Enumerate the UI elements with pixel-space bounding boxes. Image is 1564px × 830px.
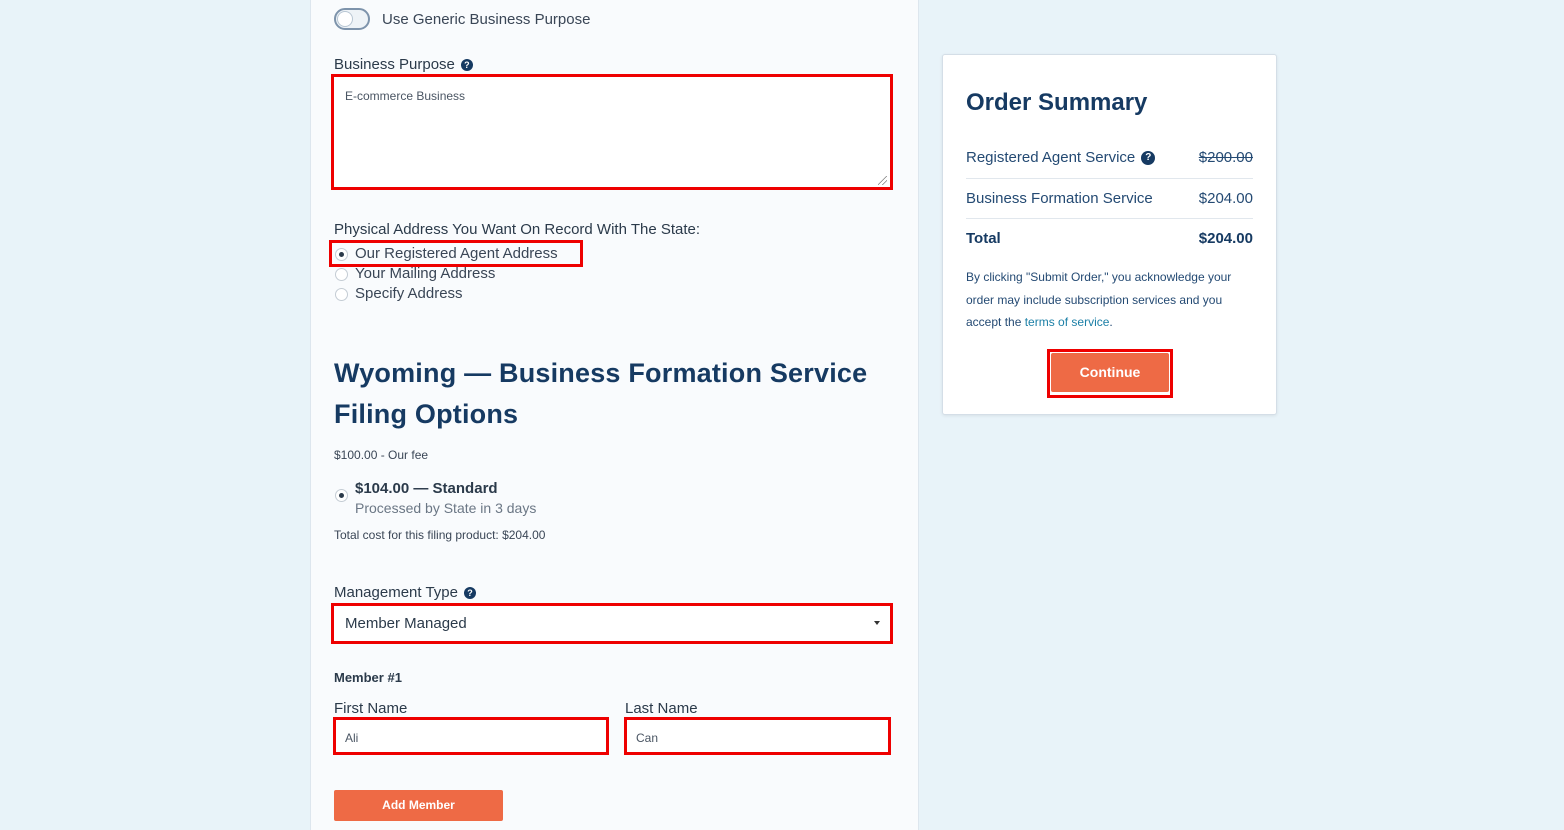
divider bbox=[966, 218, 1253, 219]
summary-total-price: $204.00 bbox=[1198, 230, 1253, 247]
terms-text: By clicking "Submit Order," you acknowle… bbox=[966, 266, 1256, 334]
summary-row-registered-agent: Registered Agent Service? $200.00 bbox=[966, 149, 1253, 166]
filing-option-title[interactable]: $104.00 — Standard bbox=[355, 480, 498, 497]
summary-row-price: $200.00 bbox=[1198, 149, 1253, 166]
address-option-label[interactable]: Our Registered Agent Address bbox=[355, 245, 558, 262]
management-type-label: Management Type? bbox=[334, 584, 476, 601]
summary-row-label: Business Formation Service bbox=[966, 190, 1153, 207]
business-purpose-label-text: Business Purpose bbox=[334, 56, 455, 73]
member-heading: Member #1 bbox=[334, 670, 402, 685]
terms-of-service-link[interactable]: terms of service bbox=[1025, 315, 1110, 329]
question-icon[interactable]: ? bbox=[463, 587, 476, 600]
summary-row-business-formation: Business Formation Service $204.00 bbox=[966, 190, 1253, 207]
resize-handle-icon[interactable] bbox=[878, 176, 887, 185]
last-name-field[interactable]: Can bbox=[624, 717, 891, 755]
management-type-select[interactable]: Member Managed bbox=[331, 603, 893, 644]
chevron-down-icon bbox=[874, 621, 880, 625]
toggle-knob bbox=[338, 12, 352, 26]
question-icon[interactable]: ? bbox=[460, 59, 473, 72]
radio-standard-filing[interactable] bbox=[335, 489, 348, 502]
summary-total-label: Total bbox=[966, 230, 1001, 247]
business-purpose-label: Business Purpose? bbox=[334, 56, 473, 73]
order-summary-title: Order Summary bbox=[966, 89, 1148, 116]
divider bbox=[966, 178, 1253, 179]
question-icon[interactable]: ? bbox=[1141, 151, 1156, 166]
section-subtitle: Filing Options bbox=[334, 399, 519, 429]
management-type-label-text: Management Type bbox=[334, 584, 458, 601]
management-type-value: Member Managed bbox=[345, 615, 467, 632]
address-question: Physical Address You Want On Record With… bbox=[334, 221, 701, 238]
total-cost-text: Total cost for this filing product: $204… bbox=[334, 528, 546, 542]
first-name-label: First Name bbox=[334, 700, 408, 717]
last-name-label: Last Name bbox=[625, 700, 698, 717]
terms-suffix: . bbox=[1109, 315, 1113, 329]
continue-button[interactable]: Continue bbox=[1051, 353, 1169, 392]
generic-purpose-toggle-label: Use Generic Business Purpose bbox=[382, 11, 591, 28]
first-name-value: Ali bbox=[345, 731, 359, 745]
radio-specify-address[interactable] bbox=[335, 288, 348, 301]
business-purpose-textarea[interactable]: E-commerce Business bbox=[331, 74, 893, 190]
radio-registered-agent-address[interactable] bbox=[335, 248, 348, 261]
filing-option-subtitle: Processed by State in 3 days bbox=[355, 500, 537, 516]
address-option-label[interactable]: Specify Address bbox=[355, 285, 463, 302]
first-name-field[interactable]: Ali bbox=[333, 717, 609, 755]
our-fee-text: $100.00 - Our fee bbox=[334, 448, 429, 462]
generic-purpose-toggle[interactable] bbox=[334, 8, 370, 30]
radio-mailing-address[interactable] bbox=[335, 268, 348, 281]
add-member-button[interactable]: Add Member bbox=[334, 790, 503, 821]
address-option-label[interactable]: Your Mailing Address bbox=[355, 265, 495, 282]
summary-total-row: Total $204.00 bbox=[966, 230, 1253, 247]
summary-row-price: $204.00 bbox=[1198, 190, 1253, 207]
section-title: Wyoming — Business Formation Service bbox=[334, 358, 868, 388]
business-purpose-value: E-commerce Business bbox=[345, 89, 466, 103]
summary-row-label: Registered Agent Service bbox=[966, 149, 1136, 166]
last-name-value: Can bbox=[636, 731, 659, 745]
